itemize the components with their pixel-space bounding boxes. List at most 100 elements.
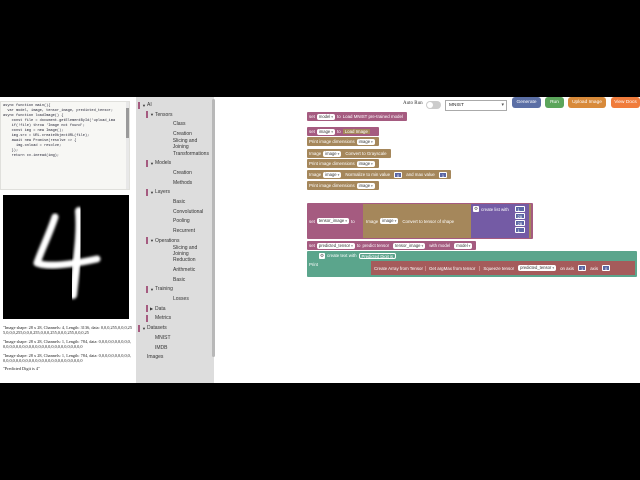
toolbox-item[interactable]: Losses (136, 295, 214, 303)
tensor-op-block[interactable]: Create Array from Tensor Get argMax from… (371, 261, 635, 275)
toolbox-item[interactable]: Creation (136, 169, 214, 177)
generate-button[interactable]: Generate (512, 97, 541, 108)
block-action-text: Convert to Grayscale (345, 151, 387, 156)
variable-dropdown[interactable]: tensor_image▾ (393, 242, 426, 249)
toolbox-item[interactable]: Slicing and Joining (136, 137, 214, 150)
set-model-block[interactable]: set model▾ to Load MNIST pre-trained mod… (307, 112, 407, 121)
category-color-bar (138, 324, 140, 332)
toolbox-item[interactable]: MNIST (136, 334, 214, 342)
toolbox-item[interactable]: ▼ AI (136, 101, 214, 109)
toolbox-item-label: Pooling (173, 218, 190, 225)
toolbox-item[interactable]: ▼ Training (136, 285, 214, 293)
block-action-text: and max value (406, 172, 435, 177)
max-value-input[interactable]: 1 (438, 171, 448, 178)
toolbox-item[interactable]: ▼ Layers (136, 188, 214, 196)
toolbox-item[interactable]: Images (136, 353, 214, 361)
toolbox-item[interactable]: Basic (136, 198, 214, 206)
toolbox-item[interactable]: Basic (136, 276, 214, 284)
category-color-bar (146, 305, 148, 313)
variable-dropdown[interactable]: image▾ (323, 150, 342, 157)
shape-dim-input[interactable]: 1 (514, 206, 525, 212)
code-scrollbar[interactable] (126, 102, 129, 189)
variable-dropdown[interactable]: image▾ (380, 218, 399, 224)
toolbox-item-label: Slicing and Joining (172, 137, 198, 150)
toolbox-item-label: AI (147, 102, 152, 108)
toolbox-item[interactable]: Recurrent (136, 227, 214, 235)
print-dimensions-block[interactable]: Print image dimensions image▾ (307, 159, 379, 168)
variable-dropdown[interactable]: image▾ (356, 182, 375, 189)
variable-dropdown[interactable]: image▾ (323, 171, 342, 178)
print-dimensions-block[interactable]: Print image dimensions image▾ (307, 137, 379, 146)
shape-dim-input[interactable]: 28 (514, 213, 525, 219)
log-line: "Image shape: 28 x 28, Channels: 1, Leng… (3, 338, 131, 350)
block-action-text: Convert to tensor of shape (402, 218, 455, 224)
chevron-down-icon: ▾ (371, 183, 373, 188)
variable-name: image (382, 218, 394, 223)
code-scrollbar-thumb[interactable] (126, 108, 129, 138)
toolbox-item[interactable]: Pooling (136, 217, 214, 225)
variable-dropdown[interactable]: image▾ (316, 128, 336, 135)
print-dimensions-block[interactable]: Print image dimensions image▾ (307, 181, 379, 190)
gear-icon[interactable]: ⚙ (319, 252, 325, 259)
auto-run-toggle[interactable] (426, 101, 441, 109)
toolbox-item[interactable]: ▼ Tensors (136, 111, 214, 119)
dataset-select[interactable]: MNIST ▾ (445, 100, 507, 111)
normalize-block[interactable]: Image image▾ Normalize to min value 0 an… (307, 170, 452, 179)
axis-input[interactable]: 0 (602, 265, 611, 271)
variable-dropdown[interactable]: model▾ (316, 113, 336, 120)
toolbox-item[interactable]: Convolutional (136, 208, 214, 216)
variable-dropdown[interactable]: predicted_tensor▾ (316, 242, 355, 249)
toolbox-item[interactable]: ▼ Models (136, 159, 214, 167)
toolbox-item[interactable]: ▶ Data (136, 305, 214, 313)
view-docs-button[interactable]: View Docs (611, 97, 640, 108)
toolbox-item-label: Data (155, 305, 166, 312)
toolbox-item[interactable]: Methods (136, 179, 214, 187)
category-color-bar (146, 188, 148, 196)
auto-run-label: Auto Run (403, 101, 423, 106)
toolbox-item[interactable]: Reduction (136, 256, 214, 264)
min-value-input[interactable]: 0 (394, 171, 403, 178)
create-list-block[interactable]: ⚙ create list with 1 28 28 1 (471, 204, 529, 238)
dataset-select-value: MNIST (449, 103, 464, 108)
toolbox-item[interactable]: Transformations (136, 150, 214, 158)
blockly-workspace[interactable]: set model▾ to Load MNIST pre-trained mod… (215, 112, 640, 383)
axis-input[interactable]: 1 (578, 265, 587, 271)
variable-dropdown[interactable]: image▾ (356, 138, 375, 145)
log-line: "Predicted Digit is 4" (3, 366, 40, 372)
gear-icon[interactable]: ⚙ (473, 206, 479, 212)
set-predicted-tensor-block[interactable]: set predicted_tensor▾ to predict tensor … (307, 241, 477, 250)
set-image-block[interactable]: set image▾ to Load Image (307, 127, 379, 136)
toolbox-item-label: Metrics (155, 315, 172, 322)
chevron-down-icon: ▾ (552, 266, 555, 270)
log-line: "Image shape: 28 x 28, Channels: 1, Leng… (3, 352, 131, 364)
toolbox-item-label: Losses (173, 296, 189, 302)
upload-image-button[interactable]: Upload Image (568, 97, 606, 108)
shape-dim-input[interactable]: 28 (514, 220, 525, 226)
generated-code-view[interactable]: async function main(){ var model, image,… (0, 101, 130, 190)
toolbox-item[interactable]: Class (136, 120, 214, 128)
chevron-down-icon: ▾ (394, 219, 397, 223)
variable-dropdown[interactable]: image▾ (356, 160, 375, 167)
tensor-shape-block[interactable]: Image image▾ Convert to tensor of shape … (363, 204, 531, 238)
block-label: Get argMax from tensor (424, 265, 475, 271)
toolbox-item[interactable]: IMDB (136, 344, 214, 352)
toolbox-item[interactable]: Metrics (136, 314, 214, 322)
toolbox-item-label: Transformations (173, 150, 209, 157)
variable-dropdown[interactable]: tensor_image▾ (316, 218, 349, 224)
block-keyword: set (309, 129, 315, 134)
variable-dropdown[interactable]: predicted_tensor▾ (518, 265, 557, 271)
print-text-block[interactable]: Print ⚙ create text with Predicted Digit… (307, 251, 637, 277)
run-button[interactable]: Run (545, 97, 564, 108)
text-literal[interactable]: Predicted Digit is (358, 252, 396, 259)
toolbox-item[interactable]: Arithmetic (136, 266, 214, 274)
grayscale-block[interactable]: Image image▾ Convert to Grayscale (307, 149, 391, 158)
chevron-down-icon: ▾ (331, 129, 334, 134)
set-tensor-image-block[interactable]: set tensor_image▾ to Image image▾ Conver… (307, 203, 533, 239)
toolbox-item-label: Creation (173, 131, 192, 138)
toolbox-item[interactable]: ▼ Datasets (136, 324, 214, 332)
shape-dim-input[interactable]: 1 (514, 227, 525, 233)
variable-dropdown[interactable]: model▾ (454, 242, 473, 249)
toolbox-item[interactable]: Slicing and Joining (136, 245, 214, 257)
toolbox-item-label: Layers (155, 189, 171, 196)
block-action-text: Load Image (342, 129, 370, 134)
